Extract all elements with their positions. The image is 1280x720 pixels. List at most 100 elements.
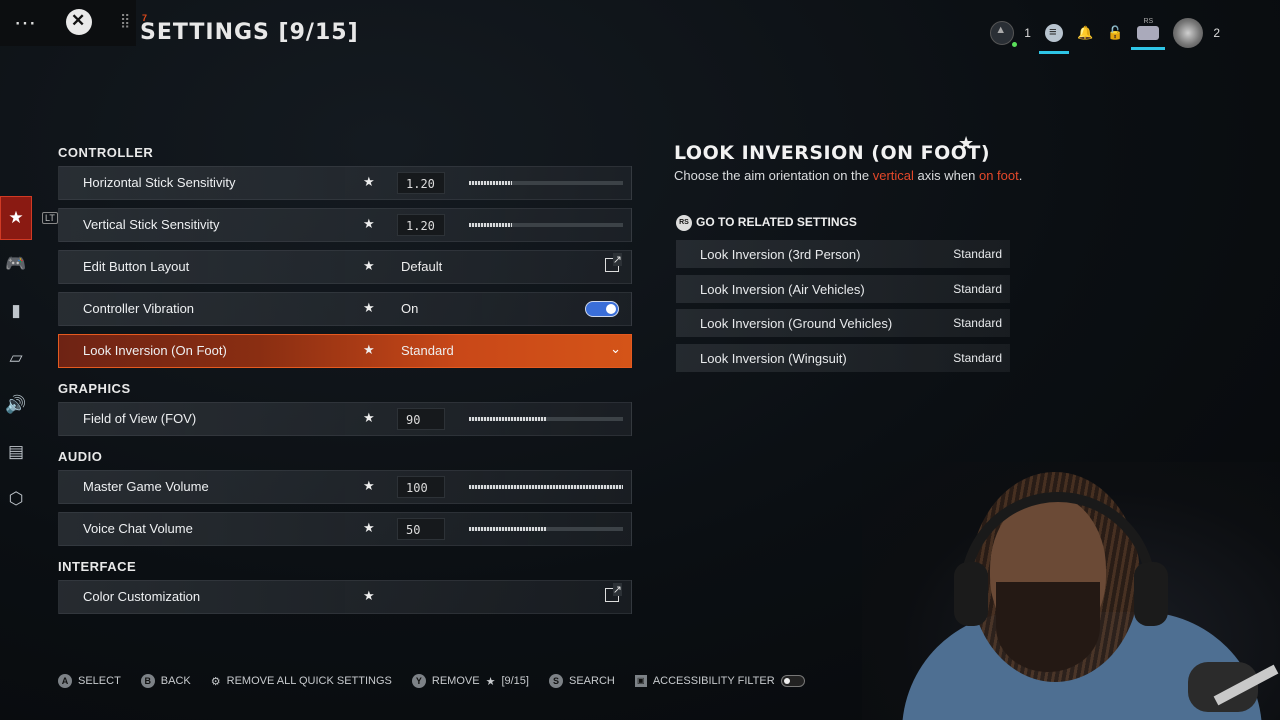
sidebar-item-interface[interactable]: ▤	[0, 428, 32, 475]
sidebar-item-speaker[interactable]: 🔊	[0, 381, 32, 428]
search-hint[interactable]: S SEARCH	[548, 674, 615, 688]
bell-icon[interactable]: 🔔	[1077, 25, 1093, 41]
favorite-star-icon[interactable]: ★	[363, 258, 375, 274]
rs-tab-icon[interactable]	[1131, 15, 1166, 50]
related-settings-label: GO TO RELATED SETTINGS	[696, 215, 857, 230]
section-title-controller: CONTROLLER	[58, 145, 154, 160]
setting-value-field[interactable]: 50	[397, 518, 445, 540]
related-setting-label: Look Inversion (Wingsuit)	[700, 350, 847, 366]
setting-value: On	[401, 301, 419, 316]
setting-row[interactable]: Look Inversion (On Foot) ★ Standard ⌄	[58, 334, 632, 368]
headset-ear-left	[954, 562, 988, 626]
setting-row[interactable]: Color Customization ★	[58, 580, 632, 614]
setting-row[interactable]: Voice Chat Volume ★ 50	[58, 512, 632, 546]
detail-title: LOOK INVERSION (ON FOOT)	[674, 142, 991, 164]
desc-highlight-vertical: vertical	[872, 168, 914, 183]
favorite-star-icon[interactable]: ★	[363, 216, 375, 232]
accessibility-hint[interactable]: ▣ ACCESSIBILITY FILTER	[634, 675, 805, 687]
setting-row[interactable]: Edit Button Layout ★ Default	[58, 250, 632, 284]
related-settings-list: Look Inversion (3rd Person) Standard Look …	[676, 240, 1010, 378]
setting-row[interactable]: Vertical Stick Sensitivity ★ 1.20	[58, 208, 632, 242]
related-setting-value: Standard	[953, 316, 1002, 330]
y-button-icon: Y	[411, 674, 426, 688]
category-sidebar: ★ 🎮 ▮ ▱ 🔊 ▤ ⬡	[0, 196, 32, 522]
external-link-icon[interactable]	[605, 583, 622, 602]
sidebar-item-controller[interactable]: 🎮	[0, 240, 32, 287]
setting-slider[interactable]	[469, 485, 623, 489]
webcam-overlay	[862, 462, 1280, 720]
setting-label: Color Customization	[83, 589, 201, 604]
setting-label: Controller Vibration	[83, 301, 195, 316]
related-setting-value: Standard	[953, 247, 1002, 261]
page-title: SETTINGS [9/15]	[140, 20, 359, 45]
setting-row[interactable]: Field of View (FOV) ★ 90	[58, 402, 632, 436]
setting-row[interactable]: Horizontal Stick Sensitivity ★ 1.20	[58, 166, 632, 200]
setting-row[interactable]: Master Game Volume ★ 100	[58, 470, 632, 504]
rs-button-icon: RS	[676, 215, 692, 231]
related-settings-header[interactable]: RS GO TO RELATED SETTINGS	[676, 215, 857, 231]
favorite-star-icon[interactable]: ★	[363, 342, 375, 358]
drag-handle-icon[interactable]: ⣿	[120, 12, 130, 29]
back-hint[interactable]: B BACK	[140, 674, 191, 688]
setting-value-field[interactable]: 1.20	[397, 214, 445, 236]
unlock-icon[interactable]: 🔓	[1107, 25, 1123, 41]
sidebar-item-account[interactable]: ⬡	[0, 475, 32, 522]
accessibility-toggle[interactable]	[780, 675, 805, 687]
setting-label: Look Inversion (On Foot)	[83, 343, 227, 358]
setting-slider[interactable]	[469, 527, 623, 531]
sidebar-item-display[interactable]: ▱	[0, 334, 32, 381]
more-options-icon[interactable]: ⋯	[14, 10, 37, 36]
related-setting-row[interactable]: Look Inversion (Wingsuit) Standard	[676, 343, 1010, 372]
sidebar-item-star[interactable]: ★	[0, 196, 32, 240]
mouse-icon: ▮	[11, 300, 21, 320]
vibration-toggle[interactable]	[585, 301, 619, 317]
favorite-star-icon[interactable]: ★	[363, 520, 375, 536]
external-link-icon[interactable]	[605, 253, 622, 272]
related-setting-value: Standard	[953, 350, 1002, 365]
party-icon[interactable]	[990, 21, 1018, 47]
chevron-down-icon[interactable]: ⌄	[610, 341, 621, 357]
lt-button-hint: LT	[42, 212, 58, 224]
select-label: SELECT	[78, 675, 121, 687]
setting-slider[interactable]	[469, 223, 623, 227]
star-icon: ★	[8, 208, 24, 227]
favorite-star-icon[interactable]: ★	[363, 478, 375, 494]
footer-hints: A SELECT B BACK ⚙ REMOVE ALL QUICK SETTINGS…	[58, 674, 805, 688]
setting-label: Edit Button Layout	[83, 259, 190, 274]
favorite-star-icon[interactable]: ★	[958, 133, 974, 154]
related-setting-row[interactable]: Look Inversion (Air Vehicles) Standard	[676, 274, 1010, 303]
desc-text-2: axis when	[913, 168, 979, 183]
related-setting-label: Look Inversion (Ground Vehicles)	[700, 316, 893, 331]
accessibility-label: ACCESSIBILITY FILTER	[652, 675, 775, 687]
favorite-star-icon[interactable]: ★	[363, 174, 375, 190]
slider-fill	[469, 417, 546, 421]
setting-slider[interactable]	[469, 417, 623, 421]
remove-star-icon: ★	[485, 675, 496, 688]
xbox-logo-icon[interactable]	[66, 9, 92, 35]
related-setting-label: Look Inversion (Air Vehicles)	[700, 281, 865, 297]
slider-fill	[469, 181, 513, 185]
favorite-star-icon[interactable]: ★	[363, 300, 375, 316]
setting-value-field[interactable]: 100	[397, 476, 445, 498]
setting-value-field[interactable]: 90	[397, 408, 445, 430]
remove-hint[interactable]: Y REMOVE ★ [9/15]	[411, 674, 529, 688]
interface-icon: ▤	[7, 441, 25, 461]
desc-highlight-on-foot: on foot	[978, 168, 1019, 183]
display-icon: ▱	[9, 347, 23, 367]
favorite-star-icon[interactable]: ★	[363, 410, 375, 426]
setting-row[interactable]: Controller Vibration ★ On	[58, 292, 632, 326]
favorite-star-icon[interactable]: ★	[363, 588, 375, 604]
setting-slider[interactable]	[469, 181, 623, 185]
section-title-audio: AUDIO	[58, 449, 103, 464]
related-setting-row[interactable]: Look Inversion (3rd Person) Standard	[676, 240, 1010, 268]
related-setting-row[interactable]: Look Inversion (Ground Vehicles) Standard	[676, 309, 1010, 337]
player-emblem-icon[interactable]	[1173, 18, 1204, 48]
setting-value-field[interactable]: 1.20	[397, 172, 445, 194]
sidebar-item-mouse[interactable]: ▮	[0, 287, 32, 334]
menu-icon[interactable]	[1038, 24, 1069, 54]
related-setting-label: Look Inversion (3rd Person)	[700, 247, 861, 262]
setting-label: Master Game Volume	[83, 479, 209, 494]
remove-label: REMOVE	[431, 675, 480, 687]
remove-all-hint[interactable]: ⚙ REMOVE ALL QUICK SETTINGS	[211, 675, 392, 688]
select-hint[interactable]: A SELECT	[58, 674, 121, 688]
